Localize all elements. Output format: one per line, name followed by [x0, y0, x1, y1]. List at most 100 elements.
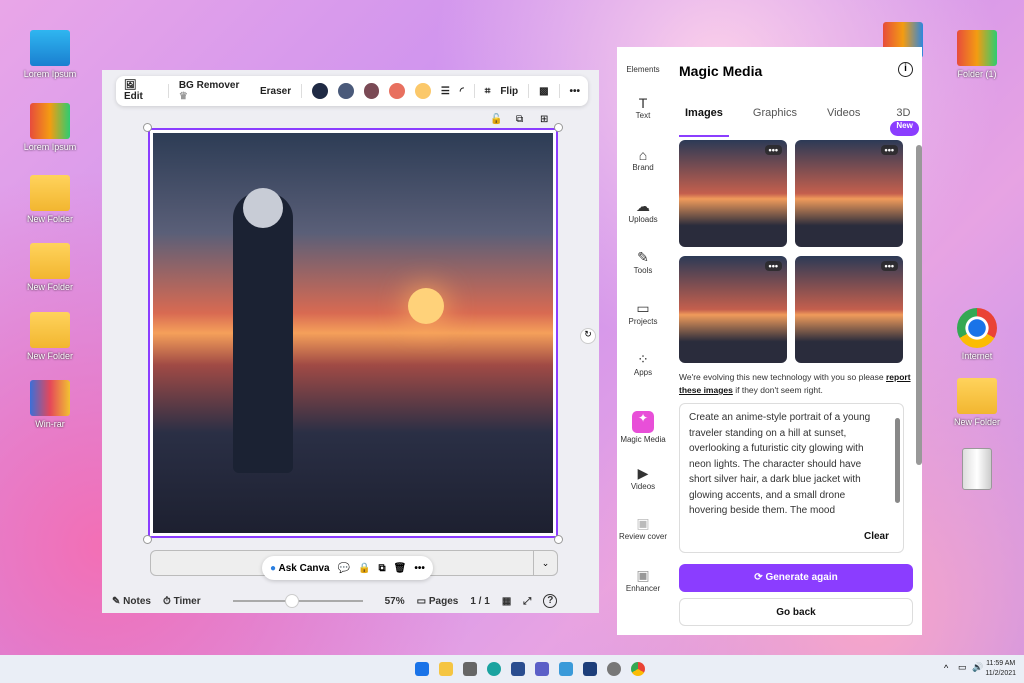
comment-icon[interactable]: 💬 [338, 563, 350, 574]
character [233, 193, 293, 473]
color-swatch-2[interactable] [337, 83, 354, 99]
crop-icon[interactable]: ⌗ [485, 86, 491, 97]
resize-handle[interactable] [554, 535, 563, 544]
rail-item-videos[interactable]: ▶ Videos [617, 465, 669, 491]
tray-chevron-icon[interactable]: ^ [944, 663, 948, 673]
edit-button[interactable]: 🖼 Edit [124, 80, 158, 102]
duplicate-icon[interactable]: ⧉ [379, 563, 386, 574]
desktop-icon-internet[interactable]: Internet [942, 308, 1012, 361]
prompt-text: Create an anime-style portrait of a youn… [689, 412, 871, 516]
info-icon[interactable]: i [898, 62, 913, 77]
store-icon[interactable] [511, 662, 525, 676]
more-options-button[interactable]: ••• [880, 145, 898, 155]
desktop-icon-new-folder-4[interactable]: New Folder [942, 378, 1012, 427]
rail-item-elements[interactable]: Elements [617, 65, 669, 74]
rail-label: Uploads [628, 215, 658, 224]
icon-label: New Folder [953, 417, 1000, 427]
windows-start-icon[interactable] [415, 662, 429, 676]
bg-remover-button[interactable]: BG Remover ♛ [179, 80, 250, 102]
panel-scrollbar[interactable] [916, 145, 922, 465]
color-swatch-3[interactable] [363, 83, 380, 99]
transparency-icon[interactable]: ▩ [539, 86, 548, 97]
rail-item-magic-media[interactable]: ✦ Magic Media [617, 411, 669, 444]
tab-videos[interactable]: Videos [821, 107, 866, 137]
lock-icon[interactable]: 🔓 [490, 114, 502, 125]
rail-item-review-cover[interactable]: ▣ Review cover [617, 515, 669, 541]
recycle-bin[interactable] [942, 448, 1012, 493]
color-swatch-4[interactable] [389, 83, 406, 99]
corner-rounding-icon[interactable]: ◜ [460, 86, 464, 97]
help-icon[interactable]: ? [543, 594, 558, 608]
teams-icon[interactable] [535, 662, 549, 676]
lock-icon[interactable]: 🔒 [358, 563, 370, 574]
result-image-3[interactable]: ••• [679, 256, 787, 363]
add-page-icon[interactable]: ⊞ [540, 114, 548, 125]
clear-button[interactable]: Clear [863, 528, 889, 544]
notes-button[interactable]: ✎ Notes [112, 596, 151, 607]
go-back-button[interactable]: Go back [679, 598, 913, 626]
timer-button[interactable]: ⏱ Timer [163, 596, 201, 607]
file-explorer-icon[interactable] [439, 662, 453, 676]
tab-3d[interactable]: 3D New [884, 107, 924, 137]
more-options-button[interactable]: ••• [570, 86, 581, 97]
network-icon[interactable]: ▭ [958, 662, 967, 673]
result-image-1[interactable]: ••• [679, 140, 787, 247]
rail-item-enhancer[interactable]: ▣ Enhancer [617, 567, 669, 593]
zoom-slider-thumb[interactable] [284, 594, 299, 608]
settings-icon[interactable] [607, 662, 621, 676]
edge-icon[interactable] [487, 662, 501, 676]
tab-images[interactable]: Images [679, 107, 729, 137]
desktop-icon-lorem-ipsum-2[interactable]: Lorem Ipsum [15, 103, 85, 152]
active-app-icon[interactable] [583, 662, 597, 676]
ask-canva-button[interactable]: ● Ask Canva [270, 563, 330, 574]
rail-item-text[interactable]: T Text [617, 95, 669, 120]
desktop-icon-winrar[interactable]: Win-rar [15, 380, 85, 429]
desktop-icon-lorem-ipsum-1[interactable]: Lorem Ipsum [15, 30, 85, 79]
design-canvas[interactable] [148, 128, 558, 538]
desktop-icon-new-folder-2[interactable]: New Folder [15, 243, 85, 292]
app-icon[interactable] [559, 662, 573, 676]
prompt-textarea[interactable]: Create an anime-style portrait of a youn… [679, 403, 904, 553]
pages-button[interactable]: ▭ Pages [417, 596, 459, 607]
color-swatch-1[interactable] [312, 83, 328, 99]
generate-again-button[interactable]: ⟳ Generate again [679, 564, 913, 592]
rail-item-tools[interactable]: ✎ Tools [617, 249, 669, 275]
rail-item-apps[interactable]: ⁘ Apps [617, 351, 669, 377]
desktop-icon-folder-1[interactable]: Folder (1) [942, 30, 1012, 79]
flip-button[interactable]: Flip [500, 86, 518, 97]
rail-item-brand[interactable]: ⌂ Brand [617, 147, 669, 172]
camera-icon[interactable] [463, 662, 477, 676]
more-options-button[interactable]: ••• [414, 563, 425, 574]
rotate-handle[interactable]: ↻ [580, 328, 596, 344]
result-image-2[interactable]: ••• [795, 140, 903, 247]
result-image-4[interactable]: ••• [795, 256, 903, 363]
more-options-button[interactable]: ••• [764, 145, 782, 155]
desktop-icon-new-folder-1[interactable]: New Folder [15, 175, 85, 224]
magic-media-icon: ✦ [632, 411, 654, 433]
chrome-icon[interactable] [631, 662, 645, 676]
tab-graphics[interactable]: Graphics [747, 107, 803, 137]
zoom-slider[interactable] [232, 594, 363, 608]
resize-handle[interactable] [143, 535, 152, 544]
color-swatch-5[interactable] [415, 83, 431, 99]
generated-image[interactable] [153, 133, 553, 533]
clock[interactable]: 11:59 AM 11/2/2021 [985, 659, 1016, 679]
zoom-level[interactable]: 57% [385, 596, 405, 607]
trash-icon [962, 448, 992, 490]
more-options-button[interactable]: ••• [764, 261, 782, 271]
rail-item-projects[interactable]: ▭ Projects [617, 300, 669, 326]
resize-handle[interactable] [143, 123, 152, 132]
rail-item-uploads[interactable]: ☁ Uploads [617, 198, 669, 224]
trash-icon[interactable]: 🗑 [394, 563, 407, 574]
chevron-down-icon[interactable]: ⌄ [533, 551, 557, 575]
desktop-icon-new-folder-3[interactable]: New Folder [15, 312, 85, 361]
fullscreen-icon[interactable]: ⤢ [523, 596, 531, 607]
more-options-button[interactable]: ••• [880, 261, 898, 271]
eraser-button[interactable]: Eraser [260, 86, 291, 97]
duplicate-icon[interactable]: ⧉ [516, 114, 523, 125]
volume-icon[interactable]: 🔊 [972, 662, 983, 673]
resize-handle[interactable] [554, 123, 563, 132]
textarea-scrollbar[interactable] [895, 418, 900, 503]
grid-view-icon[interactable]: ▦ [502, 596, 511, 607]
border-style-icon[interactable]: ☰ [441, 86, 450, 97]
